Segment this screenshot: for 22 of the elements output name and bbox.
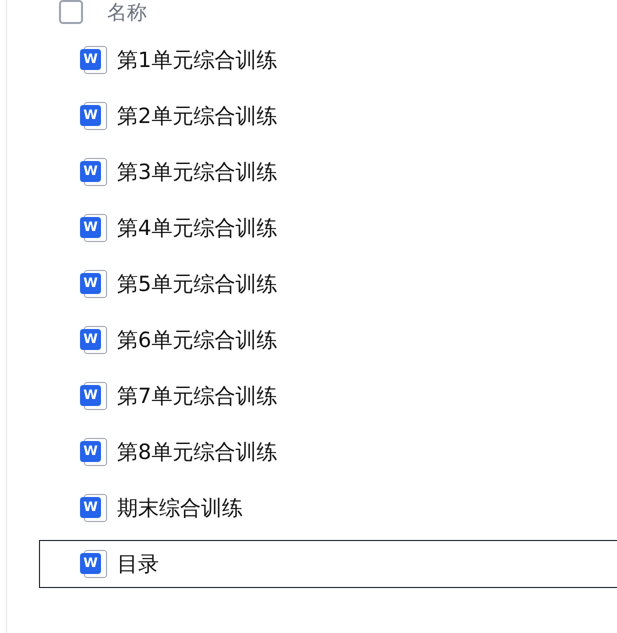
file-row[interactable]: W 第6单元综合训练 — [39, 316, 617, 364]
file-row[interactable]: W 第4单元综合训练 — [39, 204, 617, 252]
file-row[interactable]: W 第1单元综合训练 — [39, 36, 617, 84]
file-row[interactable]: W 第5单元综合训练 — [39, 260, 617, 308]
file-name: 第5单元综合训练 — [117, 271, 278, 298]
file-name: 第2单元综合训练 — [117, 103, 278, 130]
file-row[interactable]: W 第7单元综合训练 — [39, 372, 617, 420]
file-name: 期末综合训练 — [117, 495, 243, 522]
column-header[interactable]: 名称 — [107, 0, 147, 24]
file-name: 第7单元综合训练 — [117, 383, 278, 410]
file-name: 第3单元综合训练 — [117, 159, 278, 186]
file-name: 第4单元综合训练 — [117, 215, 278, 242]
file-row[interactable]: W 第3单元综合训练 — [39, 148, 617, 196]
select-all-checkbox[interactable] — [59, 0, 83, 24]
file-row[interactable]: W 期末综合训练 — [39, 484, 617, 532]
file-row[interactable]: W 目录 — [39, 540, 617, 588]
file-name: 第8单元综合训练 — [117, 439, 278, 466]
file-name: 第6单元综合训练 — [117, 327, 278, 354]
file-name: 第1单元综合训练 — [117, 47, 278, 74]
file-name: 目录 — [117, 551, 159, 578]
file-row[interactable]: W 第8单元综合训练 — [39, 428, 617, 476]
file-row[interactable]: W 第2单元综合训练 — [39, 92, 617, 140]
